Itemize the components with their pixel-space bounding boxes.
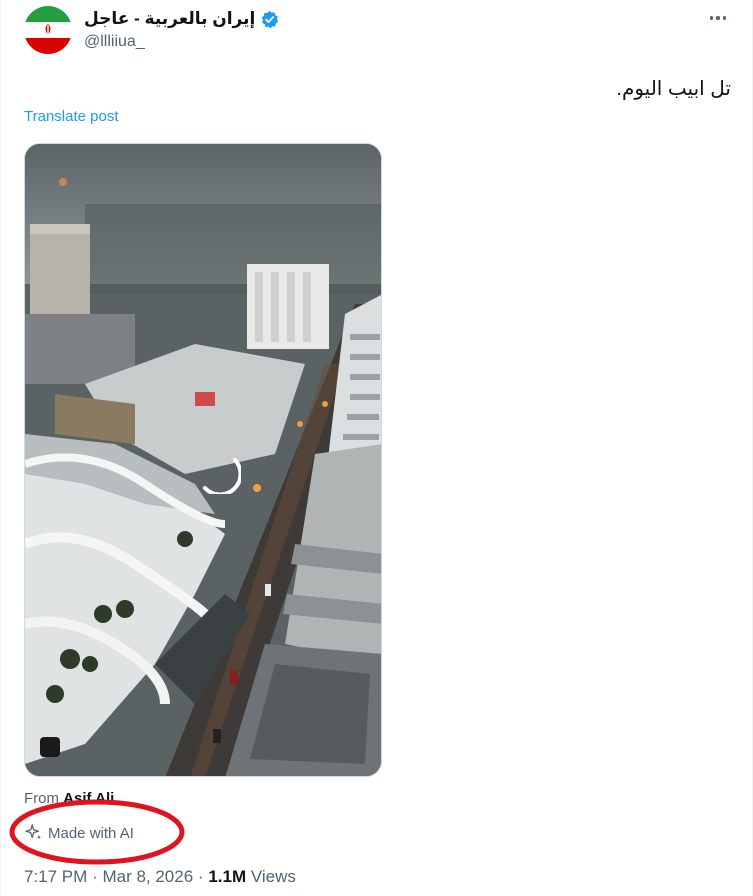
post-time[interactable]: 7:17 PM <box>24 867 87 886</box>
post-metadata: 7:17 PM · Mar 8, 2026 · 1.1M Views <box>24 867 296 887</box>
loading-spinner-icon <box>203 458 241 494</box>
meta-separator: · <box>92 867 98 886</box>
views-label: Views <box>250 867 296 886</box>
translate-post-link[interactable]: Translate post <box>24 108 119 125</box>
more-dot <box>722 16 727 20</box>
video-corner-badge <box>40 737 60 757</box>
post-date[interactable]: Mar 8, 2026 <box>102 867 193 886</box>
made-with-ai-label[interactable]: Made with AI <box>25 824 134 842</box>
meta-separator: · <box>197 867 204 886</box>
made-with-ai-text: Made with AI <box>48 824 134 842</box>
author-name-row: إيران بالعربية - عاجل <box>84 8 279 30</box>
more-dot <box>716 16 720 20</box>
author-display-name[interactable]: إيران بالعربية - عاجل <box>84 9 255 29</box>
more-dot <box>709 16 714 20</box>
iran-flag-avatar[interactable] <box>24 6 72 54</box>
sparkle-icon <box>25 824 42 840</box>
post-text: تل ابيب اليوم. <box>616 78 731 100</box>
views-count: 1.1M <box>208 867 247 886</box>
author-handle[interactable]: @llliiua_ <box>84 33 145 51</box>
video-player[interactable] <box>24 143 382 777</box>
more-icon[interactable] <box>707 10 729 26</box>
verified-badge-icon[interactable] <box>260 10 279 29</box>
post-container: إيران بالعربية - عاجل @llliiua_ تل ابيب … <box>0 0 753 896</box>
